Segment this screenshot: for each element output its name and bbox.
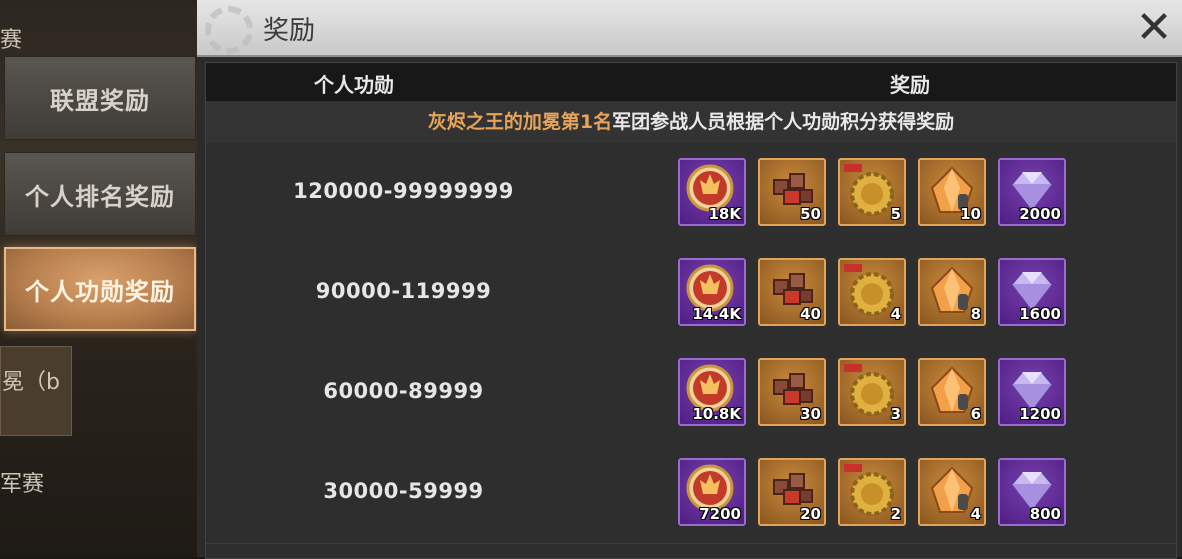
item-quantity: 18K (708, 205, 742, 223)
item-quantity: 3 (890, 405, 901, 423)
gold-gear-beast-icon[interactable]: 3 (838, 358, 906, 426)
flame-medal-icon[interactable]: 7200 (678, 458, 746, 526)
crate-pieces-icon[interactable]: 40 (758, 258, 826, 326)
merit-range: 30000-59999 (323, 479, 484, 503)
item-quantity: 7200 (699, 505, 741, 523)
merit-range: 120000-99999999 (293, 179, 514, 203)
purple-diamond-icon[interactable]: 2000 (998, 158, 1066, 226)
tab-alliance-reward[interactable]: 联盟奖励 (4, 56, 196, 140)
item-quantity: 40 (800, 305, 821, 323)
item-quantity: 8 (970, 305, 981, 323)
dialog-title: 奖励 (263, 16, 316, 46)
reward-notice: 灰烬之王的加冕第1名军团参战人员根据个人功勋积分获得奖励 (206, 101, 1176, 144)
purple-diamond-icon[interactable]: 800 (998, 458, 1066, 526)
gold-gear-beast-icon[interactable]: 4 (838, 258, 906, 326)
item-quantity: 2 (890, 505, 901, 523)
item-quantity: 10.8K (692, 405, 741, 423)
background-text-fragment: 赛 (0, 28, 23, 53)
notice-text: 军团参战人员根据个人功勋积分获得奖励 (612, 111, 955, 133)
item-quantity: 14.4K (692, 305, 741, 323)
table-row: 30000-59999 7200 20 2 4 800 (206, 443, 1176, 544)
gold-gear-beast-icon[interactable]: 2 (838, 458, 906, 526)
table-row: 120000-99999999 18K 50 5 10 2000 (206, 143, 1176, 244)
item-quantity: 1600 (1019, 305, 1061, 323)
amber-crystal-icon[interactable]: 4 (918, 458, 986, 526)
item-quantity: 5 (890, 205, 901, 223)
header-reward: 奖励 (890, 73, 930, 97)
gold-gear-beast-icon[interactable]: 5 (838, 158, 906, 226)
table-header: 个人功勋 奖励 (206, 63, 1176, 101)
item-quantity: 4 (890, 305, 901, 323)
tab-personal-rank-reward[interactable]: 个人排名奖励 (4, 152, 196, 236)
merit-range: 90000-119999 (315, 279, 492, 303)
item-quantity: 30 (800, 405, 821, 423)
background-text-fragment: 军赛 (0, 472, 45, 497)
tab-label: 联盟奖励 (50, 86, 150, 115)
header-merit: 个人功勋 (314, 73, 394, 97)
flame-medal-icon[interactable]: 10.8K (678, 358, 746, 426)
flame-medal-icon[interactable]: 14.4K (678, 258, 746, 326)
gear-icon (205, 6, 253, 54)
tab-label: 个人功勋奖励 (25, 277, 175, 306)
tab-label: 个人排名奖励 (25, 182, 175, 211)
purple-diamond-icon[interactable]: 1200 (998, 358, 1066, 426)
item-quantity: 10 (960, 205, 981, 223)
item-quantity: 6 (970, 405, 981, 423)
reward-table: 个人功勋 奖励 灰烬之王的加冕第1名军团参战人员根据个人功勋积分获得奖励 120… (205, 62, 1177, 559)
close-icon[interactable]: ✕ (1134, 6, 1174, 50)
item-quantity: 800 (1029, 505, 1061, 523)
dialog-title-bar: 奖励 ✕ (197, 0, 1182, 57)
flame-medal-icon[interactable]: 18K (678, 158, 746, 226)
background-text-fragment: 冕（b (2, 370, 60, 395)
purple-diamond-icon[interactable]: 1600 (998, 258, 1066, 326)
crate-pieces-icon[interactable]: 20 (758, 458, 826, 526)
tab-personal-merit-reward[interactable]: 个人功勋奖励 (4, 247, 196, 331)
crate-pieces-icon[interactable]: 30 (758, 358, 826, 426)
merit-range: 60000-89999 (323, 379, 484, 403)
item-quantity: 4 (970, 505, 981, 523)
amber-crystal-icon[interactable]: 6 (918, 358, 986, 426)
notice-highlight: 灰烬之王的加冕第1名 (427, 111, 613, 133)
table-row: 90000-119999 14.4K 40 4 8 1600 (206, 243, 1176, 344)
amber-crystal-icon[interactable]: 10 (918, 158, 986, 226)
table-row: 60000-89999 10.8K 30 3 6 1200 (206, 343, 1176, 444)
reward-dialog: 奖励 ✕ 个人功勋 奖励 灰烬之王的加冕第1名军团参战人员根据个人功勋积分获得奖… (197, 0, 1182, 559)
item-quantity: 50 (800, 205, 821, 223)
amber-crystal-icon[interactable]: 8 (918, 258, 986, 326)
item-quantity: 20 (800, 505, 821, 523)
item-quantity: 1200 (1019, 405, 1061, 423)
item-quantity: 2000 (1019, 205, 1061, 223)
crate-pieces-icon[interactable]: 50 (758, 158, 826, 226)
